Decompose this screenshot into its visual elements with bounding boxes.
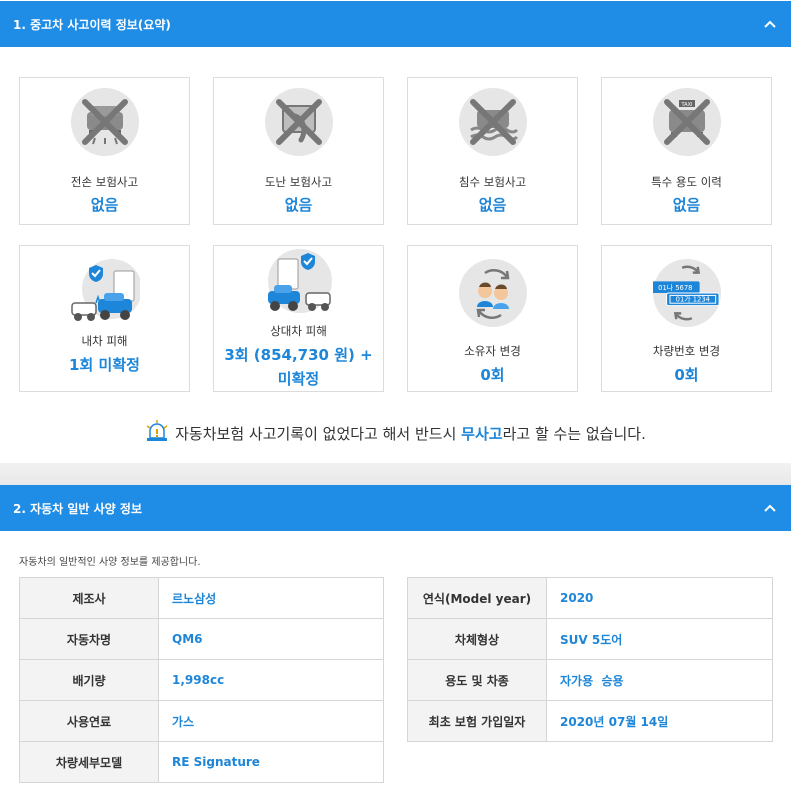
total-loss-car-icon (70, 88, 139, 156)
new-plate-text: 01가 1234 (675, 295, 709, 304)
card-label: 전손 보험사고 (70, 175, 139, 189)
taxi-icon: TAXI (652, 88, 721, 156)
accident-history-header[interactable]: 1. 중고차 사고이력 정보(요약) (0, 1, 791, 47)
spec-key: 자동차명 (19, 618, 159, 660)
chevron-up-icon[interactable] (761, 15, 779, 33)
damage-count: 1회 (69, 356, 94, 374)
spec-key: 연식(Model year) (407, 577, 547, 619)
spec-table-left: 제조사 르노삼성 자동차명 QM6 배기량 1,998cc 사용연료 가스 차량… (19, 577, 384, 783)
spec-description: 자동차의 일반적인 사양 정보를 제공합니다. (19, 557, 201, 568)
card-value: 없음 (478, 196, 507, 214)
card-label: 내차 피해 (81, 334, 128, 348)
card-value: 없음 (672, 196, 701, 214)
warning-light-icon (145, 420, 169, 446)
table-row: 차체형상 SUV 5도어 (407, 618, 773, 660)
notice-text-post: 라고 할 수는 없습니다. (502, 424, 646, 443)
card-owner-change: 소유자 변경 0회 (407, 245, 578, 392)
owner-change-icon (458, 259, 527, 327)
card-value-line2: 미확정 (277, 370, 320, 388)
card-theft: 도난 보험사고 없음 (213, 77, 384, 225)
card-label: 침수 보험사고 (458, 175, 527, 189)
other-car-damage-icon (264, 249, 334, 315)
section-divider (0, 463, 791, 485)
spec-key: 배기량 (19, 659, 159, 701)
table-row: 용도 및 차종 자가용 승용 (407, 659, 773, 701)
notice-text-pre: 자동차보험 사고기록이 없었다고 해서 반드시 (175, 424, 462, 443)
spec-value: 2020년 07월 14일 (546, 700, 773, 742)
card-value: 없음 (284, 196, 313, 214)
table-row: 배기량 1,998cc (19, 659, 384, 701)
table-row: 사용연료 가스 (19, 700, 384, 742)
card-label: 특수 용도 이력 (651, 175, 722, 189)
card-flood: 침수 보험사고 없음 (407, 77, 578, 225)
spec-info-header[interactable]: 2. 자동차 일반 사양 정보 (0, 485, 791, 531)
card-value: 없음 (90, 196, 119, 214)
taxi-sign: TAXI (680, 102, 692, 108)
theft-icon (264, 88, 333, 156)
spec-value: SUV 5도어 (546, 618, 773, 660)
card-value: 0회 (674, 366, 699, 384)
table-row: 최초 보험 가입일자 2020년 07월 14일 (407, 700, 773, 742)
old-plate-text: 01나 5678 (658, 283, 692, 292)
plate-change-icon: 01나 5678 01가 1234 (652, 259, 721, 327)
spec-value: 가스 (158, 700, 384, 742)
section-title: 1. 중고차 사고이력 정보(요약) (13, 17, 171, 32)
spec-value: 2020 (546, 577, 773, 619)
spec-value: 자가용 승용 (546, 659, 773, 701)
card-label: 도난 보험사고 (264, 175, 333, 189)
card-other-damage: 상대차 피해 3회 (854,730 원) + 미확정 (213, 245, 384, 392)
spec-value: RE Signature (158, 741, 384, 783)
spec-value: 르노삼성 (158, 577, 384, 619)
card-label: 상대차 피해 (270, 324, 327, 338)
notice-emphasis: 무사고 (461, 424, 503, 443)
card-label: 차량번호 변경 (652, 344, 721, 358)
table-row: 자동차명 QM6 (19, 618, 384, 660)
card-value-line1: 3회 (854,730 원) + (224, 346, 373, 364)
card-own-damage: 내차 피해 1회 미확정 (19, 245, 190, 392)
own-car-damage-icon (70, 259, 142, 325)
spec-key: 최초 보험 가입일자 (407, 700, 547, 742)
card-total-loss: 전손 보험사고 없음 (19, 77, 190, 225)
table-row: 제조사 르노삼성 (19, 577, 384, 619)
no-accident-notice: 자동차보험 사고기록이 없었다고 해서 반드시 무사고라고 할 수는 없습니다. (0, 420, 791, 446)
chevron-up-icon[interactable] (761, 499, 779, 517)
spec-value: 1,998cc (158, 659, 384, 701)
section-title: 2. 자동차 일반 사양 정보 (13, 501, 142, 516)
table-row: 차량세부모델 RE Signature (19, 741, 384, 783)
flood-car-icon (458, 88, 527, 156)
card-special-use: TAXI 특수 용도 이력 없음 (601, 77, 772, 225)
card-plate-change: 01나 5678 01가 1234 차량번호 변경 0회 (601, 245, 772, 392)
spec-value: QM6 (158, 618, 384, 660)
spec-key: 사용연료 (19, 700, 159, 742)
spec-key: 차량세부모델 (19, 741, 159, 783)
spec-key: 제조사 (19, 577, 159, 619)
card-value: 0회 (480, 366, 505, 384)
table-row: 연식(Model year) 2020 (407, 577, 773, 619)
spec-key: 용도 및 차종 (407, 659, 547, 701)
card-value: 1회 미확정 (69, 353, 140, 377)
spec-key: 차체형상 (407, 618, 547, 660)
damage-undetermined: 미확정 (98, 356, 140, 374)
card-label: 소유자 변경 (464, 344, 521, 358)
spec-table-right: 연식(Model year) 2020 차체형상 SUV 5도어 용도 및 차종… (407, 577, 773, 742)
